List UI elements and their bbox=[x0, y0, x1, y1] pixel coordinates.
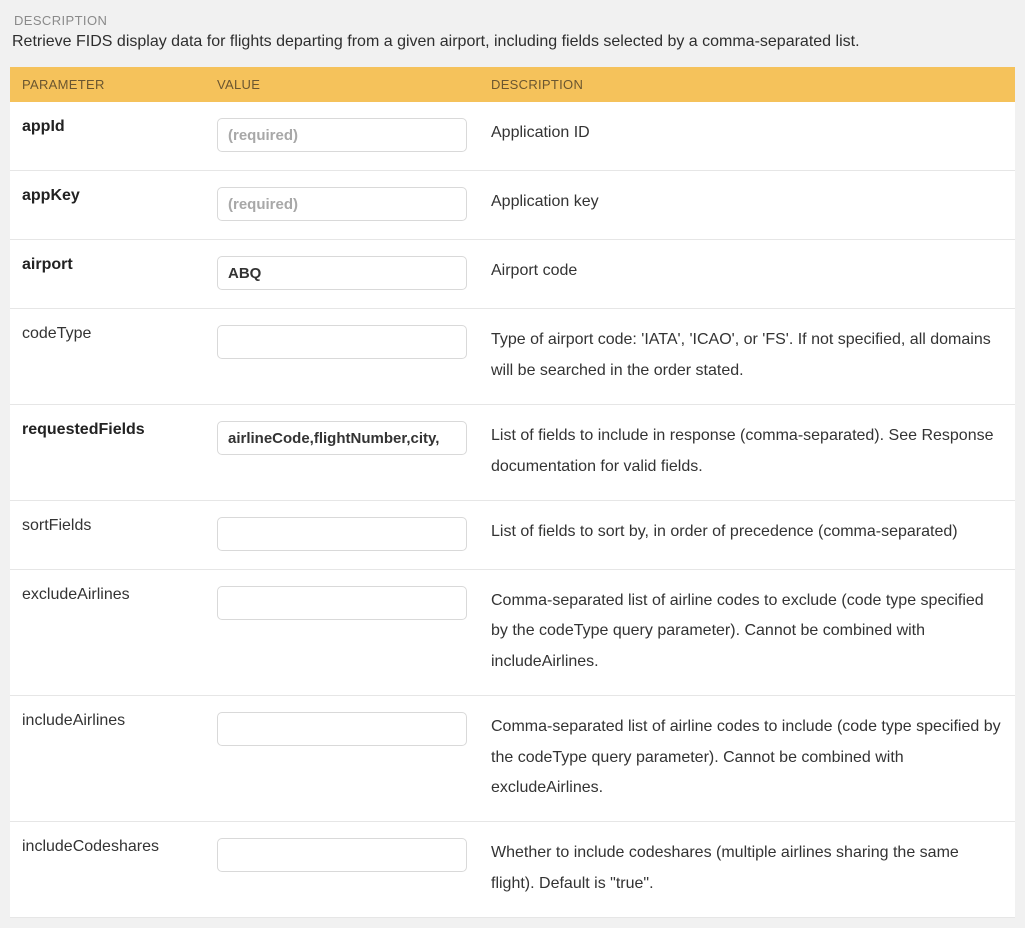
excludeAirlines-input[interactable] bbox=[217, 586, 467, 620]
param-value-cell bbox=[205, 309, 479, 405]
table-row: excludeAirlines Comma-separated list of … bbox=[10, 569, 1015, 695]
codeType-input[interactable] bbox=[217, 325, 467, 359]
header-description: DESCRIPTION bbox=[479, 67, 1015, 102]
header-parameter: PARAMETER bbox=[10, 67, 205, 102]
param-desc-sortFields: List of fields to sort by, in order of p… bbox=[479, 500, 1015, 569]
param-value-cell bbox=[205, 822, 479, 918]
table-row: airport Airport code bbox=[10, 240, 1015, 309]
param-name-excludeAirlines: excludeAirlines bbox=[10, 569, 205, 695]
param-value-cell bbox=[205, 240, 479, 309]
table-row: codeType Type of airport code: 'IATA', '… bbox=[10, 309, 1015, 405]
param-desc-excludeAirlines: Comma-separated list of airline codes to… bbox=[479, 569, 1015, 695]
param-desc-airport: Airport code bbox=[479, 240, 1015, 309]
table-row: appId Application ID bbox=[10, 102, 1015, 171]
param-value-cell bbox=[205, 171, 479, 240]
param-name-appId: appId bbox=[10, 102, 205, 171]
parameter-table: PARAMETER VALUE DESCRIPTION appId Applic… bbox=[10, 67, 1015, 918]
appId-input[interactable] bbox=[217, 118, 467, 152]
table-row: requestedFields List of fields to includ… bbox=[10, 405, 1015, 501]
param-name-requestedFields: requestedFields bbox=[10, 405, 205, 501]
includeCodeshares-input[interactable] bbox=[217, 838, 467, 872]
param-desc-codeType: Type of airport code: 'IATA', 'ICAO', or… bbox=[479, 309, 1015, 405]
param-value-cell bbox=[205, 569, 479, 695]
param-desc-requestedFields: List of fields to include in response (c… bbox=[479, 405, 1015, 501]
param-value-cell bbox=[205, 405, 479, 501]
section-description: Retrieve FIDS display data for flights d… bbox=[12, 31, 1015, 53]
param-desc-includeCodeshares: Whether to include codeshares (multiple … bbox=[479, 822, 1015, 918]
param-name-airport: airport bbox=[10, 240, 205, 309]
includeAirlines-input[interactable] bbox=[217, 712, 467, 746]
param-value-cell bbox=[205, 102, 479, 171]
param-name-appKey: appKey bbox=[10, 171, 205, 240]
sortFields-input[interactable] bbox=[217, 517, 467, 551]
requestedFields-input[interactable] bbox=[217, 421, 467, 455]
param-name-codeType: codeType bbox=[10, 309, 205, 405]
table-row: appKey Application key bbox=[10, 171, 1015, 240]
table-row: sortFields List of fields to sort by, in… bbox=[10, 500, 1015, 569]
table-row: includeCodeshares Whether to include cod… bbox=[10, 822, 1015, 918]
table-row: includeAirlines Comma-separated list of … bbox=[10, 696, 1015, 822]
param-desc-appId: Application ID bbox=[479, 102, 1015, 171]
param-name-sortFields: sortFields bbox=[10, 500, 205, 569]
section-label: DESCRIPTION bbox=[14, 13, 1015, 28]
appKey-input[interactable] bbox=[217, 187, 467, 221]
param-name-includeCodeshares: includeCodeshares bbox=[10, 822, 205, 918]
param-name-includeAirlines: includeAirlines bbox=[10, 696, 205, 822]
airport-input[interactable] bbox=[217, 256, 467, 290]
param-value-cell bbox=[205, 500, 479, 569]
param-desc-appKey: Application key bbox=[479, 171, 1015, 240]
param-value-cell bbox=[205, 696, 479, 822]
param-desc-includeAirlines: Comma-separated list of airline codes to… bbox=[479, 696, 1015, 822]
header-value: VALUE bbox=[205, 67, 479, 102]
